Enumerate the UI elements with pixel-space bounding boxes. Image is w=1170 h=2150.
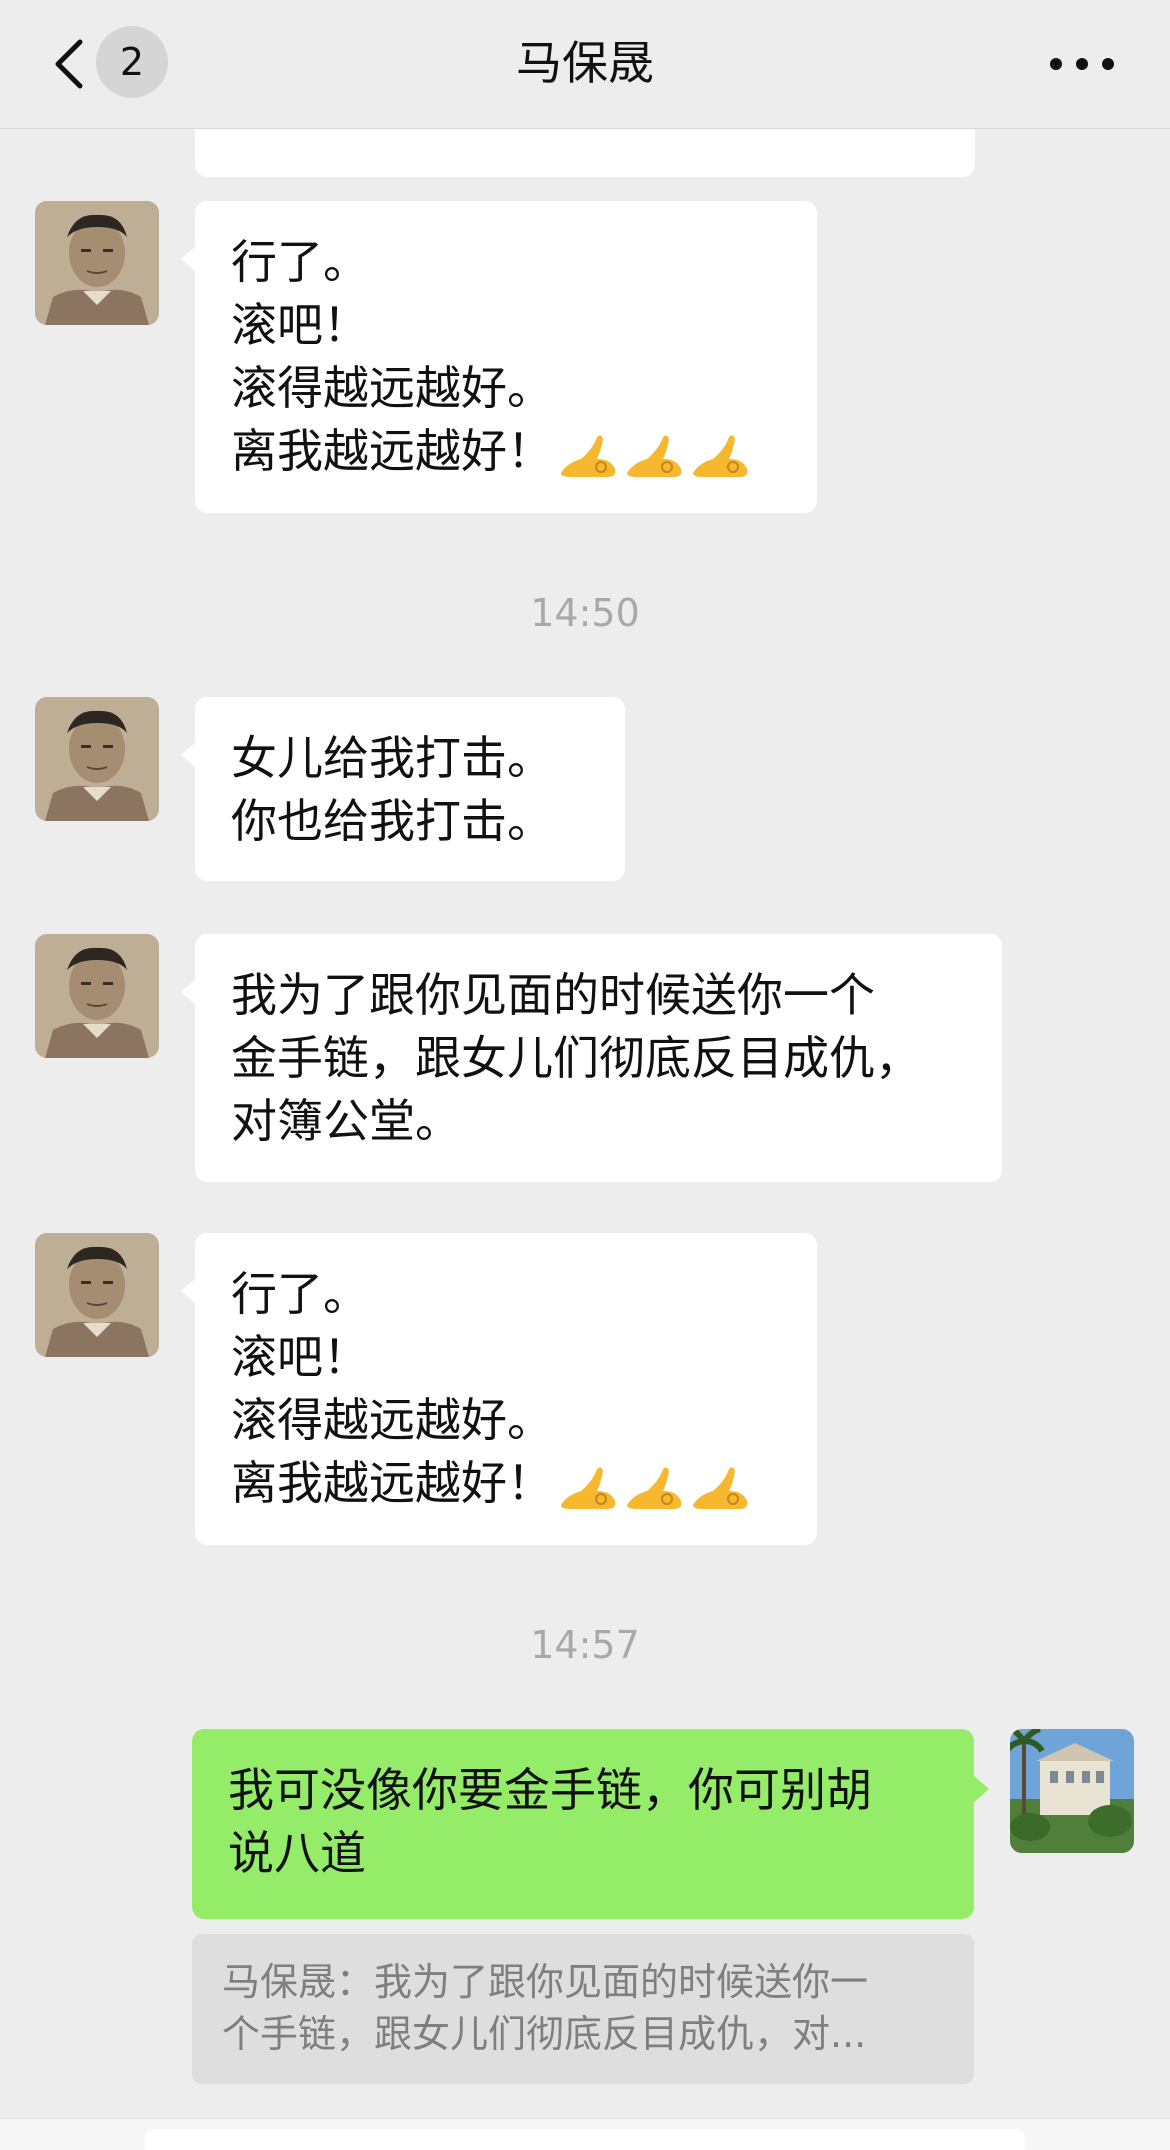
ok-hand-emoji [627,1466,682,1509]
portrait-image [35,1233,159,1357]
contact-avatar[interactable] [35,697,159,821]
quoted-message[interactable]: 马保晟：我为了跟你见面的时候送你一 个手链，跟女儿们彻底反目成仇，对... [192,1934,974,2084]
more-options-icon[interactable] [1042,36,1122,92]
ok-hand-emoji [561,1466,616,1509]
message-list[interactable]: 行了。 滚吧！ 滚得越远越好。 离我越远越好！ 14:50 女儿给我打击。 你也… [0,129,1170,2150]
quoted-text: 马保晟：我为了跟你见面的时候送你一 [222,1960,869,2004]
ok-hand-emoji [627,434,682,477]
message-text: 滚吧！ [231,1330,369,1384]
message-text: 离我越远越好！ [231,1456,553,1510]
input-bar [0,2118,1170,2150]
message-text: 滚吧！ [231,298,369,352]
portrait-image [35,697,159,821]
message-text: 对簿公堂。 [231,1094,461,1148]
message-bubble[interactable]: 行了。 滚吧！ 滚得越远越好。 离我越远越好！ [181,1233,817,1545]
message-text: 女儿给我打击。 [231,731,553,785]
message-text: 你也给我打击。 [231,794,553,848]
ok-hand-emoji [561,434,616,477]
chat-title: 马保晟 [516,36,654,90]
message-text: 说八道 [228,1826,366,1880]
contact-avatar[interactable] [35,201,159,325]
message-text: 行了。 [231,235,369,289]
contact-avatar[interactable] [35,934,159,1058]
my-avatar[interactable] [1010,1729,1134,1853]
portrait-image [35,934,159,1058]
contact-avatar[interactable] [35,1233,159,1357]
message-text: 滚得越远越好。 [231,361,553,415]
portrait-image [35,201,159,325]
message-bubble-outgoing[interactable]: 我可没像你要金手链，你可别胡 说八道 [192,1729,989,1919]
ok-hand-emoji [693,1466,748,1509]
message-text: 金手链，跟女儿们彻底反目成仇， [231,1031,921,1085]
message-text: 滚得越远越好。 [231,1393,553,1447]
timestamp: 14:57 [530,1623,640,1667]
house-photo-image [1010,1729,1134,1853]
message-text: 我可没像你要金手链，你可别胡 [228,1763,872,1817]
ok-hand-emoji [693,434,748,477]
chat-screen: 2 马保晟 行了。 滚吧！ 滚得越远越好。 离我越远越好！ 14:50 女儿给我… [0,0,1170,2150]
message-bubble-partial[interactable] [195,129,975,177]
message-input[interactable] [145,2129,1025,2150]
message-bubble[interactable]: 女儿给我打击。 你也给我打击。 [181,697,625,881]
timestamp: 14:50 [530,591,640,635]
message-bubble[interactable]: 行了。 滚吧！ 滚得越远越好。 离我越远越好！ [181,201,817,513]
message-text: 行了。 [231,1267,369,1321]
message-text: 我为了跟你见面的时候送你一个 [231,968,875,1022]
quoted-text: 个手链，跟女儿们彻底反目成仇，对... [222,2012,867,2056]
message-text: 离我越远越好！ [231,424,553,478]
chat-header: 2 马保晟 [0,0,1170,129]
message-bubble[interactable]: 我为了跟你见面的时候送你一个 金手链，跟女儿们彻底反目成仇， 对簿公堂。 [181,934,1002,1182]
